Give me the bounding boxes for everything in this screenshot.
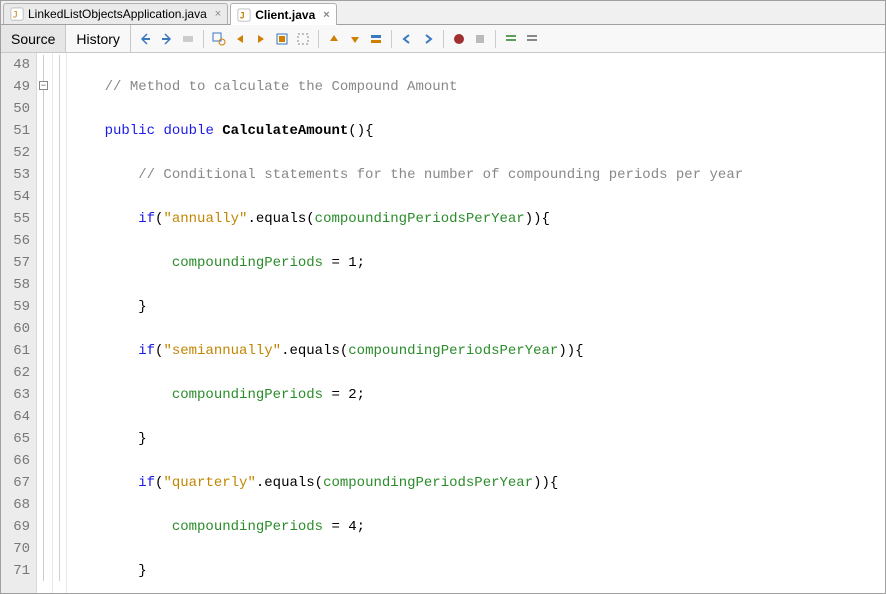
nav-forward-icon[interactable] xyxy=(158,30,176,48)
fold-guide-line xyxy=(43,55,44,581)
next-bookmark-icon[interactable] xyxy=(346,30,364,48)
separator xyxy=(443,30,444,48)
separator xyxy=(203,30,204,48)
java-file-icon: J xyxy=(237,8,251,22)
file-tabs-row: J LinkedListObjectsApplication.java × J … xyxy=(1,1,885,25)
file-tab-client[interactable]: J Client.java × xyxy=(230,3,336,25)
line-number: 56 xyxy=(1,230,30,252)
line-number: 67 xyxy=(1,472,30,494)
fold-column[interactable]: − xyxy=(37,53,53,593)
svg-text:J: J xyxy=(13,11,18,21)
code-content[interactable]: // Method to calculate the Compound Amou… xyxy=(67,53,885,593)
line-number: 64 xyxy=(1,406,30,428)
comment-icon[interactable] xyxy=(502,30,520,48)
line-number: 70 xyxy=(1,538,30,560)
line-number: 55 xyxy=(1,208,30,230)
toggle-highlight-icon[interactable] xyxy=(273,30,291,48)
find-prev-icon[interactable] xyxy=(231,30,249,48)
line-number: 61 xyxy=(1,340,30,362)
line-number: 60 xyxy=(1,318,30,340)
svg-text:J: J xyxy=(240,11,245,21)
line-number: 68 xyxy=(1,494,30,516)
line-number: 51 xyxy=(1,120,30,142)
line-number: 57 xyxy=(1,252,30,274)
line-number: 65 xyxy=(1,428,30,450)
file-tab-label: Client.java xyxy=(255,8,315,22)
line-number: 49 xyxy=(1,76,30,98)
java-file-icon: J xyxy=(10,7,24,21)
margin-column xyxy=(53,53,67,593)
line-number: 52 xyxy=(1,142,30,164)
find-next-icon[interactable] xyxy=(252,30,270,48)
toolbar-icon[interactable] xyxy=(294,30,312,48)
line-number: 59 xyxy=(1,296,30,318)
line-number: 63 xyxy=(1,384,30,406)
uncomment-icon[interactable] xyxy=(523,30,541,48)
line-number-gutter[interactable]: 48 49 50 51 52 53 54 55 56 57 58 59 60 6… xyxy=(1,53,37,593)
fold-toggle-icon[interactable]: − xyxy=(39,81,48,90)
editor-area: 48 49 50 51 52 53 54 55 56 57 58 59 60 6… xyxy=(1,53,885,593)
editor-subbar: Source History xyxy=(1,25,885,53)
source-tab[interactable]: Source xyxy=(1,25,66,52)
line-number: 66 xyxy=(1,450,30,472)
line-number: 48 xyxy=(1,54,30,76)
separator xyxy=(318,30,319,48)
line-number: 50 xyxy=(1,98,30,120)
editor-toolbar xyxy=(131,30,547,48)
file-tab-label: LinkedListObjectsApplication.java xyxy=(28,7,207,21)
prev-bookmark-icon[interactable] xyxy=(325,30,343,48)
shift-left-icon[interactable] xyxy=(398,30,416,48)
separator xyxy=(391,30,392,48)
line-number: 58 xyxy=(1,274,30,296)
line-number: 69 xyxy=(1,516,30,538)
line-number: 53 xyxy=(1,164,30,186)
nav-back-icon[interactable] xyxy=(137,30,155,48)
line-number: 54 xyxy=(1,186,30,208)
file-tab-linkedlist[interactable]: J LinkedListObjectsApplication.java × xyxy=(3,3,228,24)
history-tab[interactable]: History xyxy=(66,25,131,52)
line-number: 62 xyxy=(1,362,30,384)
separator xyxy=(495,30,496,48)
find-selection-icon[interactable] xyxy=(210,30,228,48)
close-icon[interactable]: × xyxy=(323,9,329,21)
macro-record-icon[interactable] xyxy=(450,30,468,48)
margin-guide-line xyxy=(59,55,60,581)
toolbar-icon[interactable] xyxy=(367,30,385,48)
macro-stop-icon[interactable] xyxy=(471,30,489,48)
toolbar-icon[interactable] xyxy=(179,30,197,48)
shift-right-icon[interactable] xyxy=(419,30,437,48)
close-icon[interactable]: × xyxy=(215,8,221,20)
line-number: 71 xyxy=(1,560,30,582)
